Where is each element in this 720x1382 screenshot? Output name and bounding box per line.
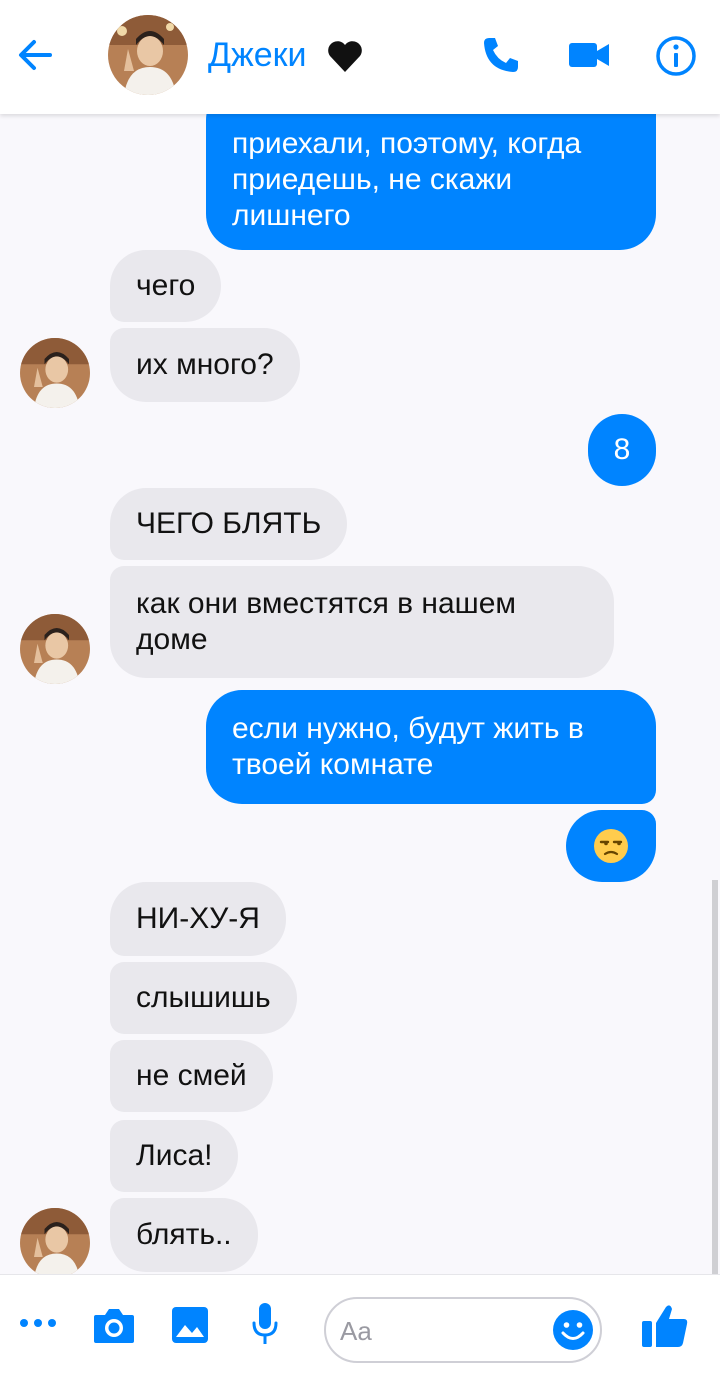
message-text: ЧЕГО БЛЯТЬ xyxy=(136,507,322,540)
message-text: чего xyxy=(136,269,196,302)
message-text: не смей xyxy=(136,1059,247,1092)
heart-icon xyxy=(328,41,362,72)
message-composer xyxy=(0,1274,720,1382)
message-text: их много? xyxy=(136,348,274,381)
message-thread[interactable]: приехали, поэтому, когда приедешь, не ск… xyxy=(0,114,720,1274)
camera-icon[interactable] xyxy=(92,1305,136,1345)
incoming-message[interactable]: НИ-ХУ-Я xyxy=(110,882,286,956)
message-text: как они вместятся в нашем доме xyxy=(136,587,517,656)
contact-avatar-small[interactable] xyxy=(20,614,90,684)
contact-avatar-small[interactable] xyxy=(20,1208,90,1274)
contact-name[interactable]: Джеки xyxy=(208,36,307,75)
emoji-icon[interactable] xyxy=(552,1309,594,1351)
contact-avatar[interactable] xyxy=(108,15,188,95)
microphone-icon[interactable] xyxy=(250,1301,280,1347)
scrollbar[interactable] xyxy=(712,880,718,1276)
info-icon[interactable] xyxy=(654,34,698,78)
message-text: 8 xyxy=(613,433,631,466)
conversation-header: Джеки xyxy=(0,0,720,114)
unamused-face-icon xyxy=(594,829,628,863)
incoming-message[interactable]: Лиса! xyxy=(110,1120,239,1192)
outgoing-emoji-message[interactable] xyxy=(566,810,656,882)
message-text: блять.. xyxy=(136,1218,232,1251)
contact-avatar-small[interactable] xyxy=(20,338,90,408)
gallery-icon[interactable] xyxy=(170,1305,210,1345)
video-camera-icon[interactable] xyxy=(566,36,612,74)
message-input[interactable] xyxy=(340,1313,540,1349)
message-text: приехали, поэтому, когда приедешь, не ск… xyxy=(232,127,582,232)
incoming-message[interactable]: ЧЕГО БЛЯТЬ xyxy=(110,488,348,560)
message-text: слышишь xyxy=(136,981,271,1014)
incoming-message[interactable]: не смей xyxy=(110,1040,273,1112)
message-text: Лиса! xyxy=(136,1139,213,1172)
phone-icon[interactable] xyxy=(480,34,522,76)
thumbs-up-icon[interactable] xyxy=(640,1301,690,1349)
message-text: если нужно, будут жить в твоей комнате xyxy=(232,712,584,781)
incoming-message[interactable]: блять.. xyxy=(110,1198,258,1272)
incoming-message[interactable]: слышишь xyxy=(110,962,297,1034)
outgoing-message[interactable]: если нужно, будут жить в твоей комнате xyxy=(206,690,656,804)
outgoing-message[interactable]: 8 xyxy=(588,414,656,486)
back-arrow-icon[interactable] xyxy=(14,34,56,76)
incoming-message[interactable]: как они вместятся в нашем доме xyxy=(110,566,614,678)
message-input-field[interactable] xyxy=(324,1297,602,1363)
outgoing-message[interactable]: приехали, поэтому, когда приедешь, не ск… xyxy=(206,114,656,250)
more-icon[interactable] xyxy=(18,1315,58,1331)
incoming-message[interactable]: чего xyxy=(110,250,222,322)
message-text: НИ-ХУ-Я xyxy=(136,902,260,935)
incoming-message[interactable]: их много? xyxy=(110,328,300,402)
